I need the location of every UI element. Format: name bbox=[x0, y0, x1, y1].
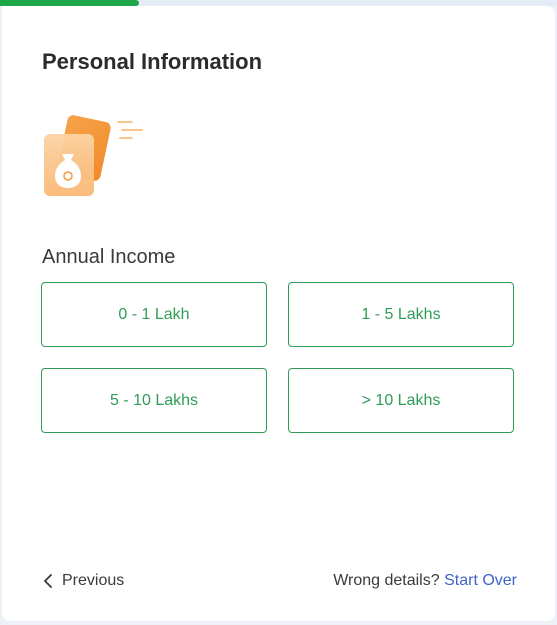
income-option-0-1-lakh[interactable]: 0 - 1 Lakh bbox=[41, 282, 267, 347]
page-title: Personal Information bbox=[42, 49, 263, 74]
previous-label: Previous bbox=[62, 572, 125, 589]
income-option-1-5-lakhs[interactable]: 1 - 5 Lakhs bbox=[288, 282, 514, 347]
income-option-over-10-lakhs[interactable]: > 10 Lakhs bbox=[288, 368, 514, 433]
previous-button[interactable]: Previous bbox=[42, 572, 124, 590]
money-bag-icon bbox=[42, 110, 152, 200]
chevron-left-icon bbox=[42, 574, 54, 588]
wrong-details: Wrong details? Start Over bbox=[333, 572, 517, 590]
income-option-5-10-lakhs[interactable]: 5 - 10 Lakhs bbox=[41, 368, 267, 433]
annual-income-label: Annual Income bbox=[42, 246, 176, 268]
wrong-details-text: Wrong details? bbox=[333, 572, 440, 589]
start-over-link[interactable]: Start Over bbox=[444, 572, 517, 589]
